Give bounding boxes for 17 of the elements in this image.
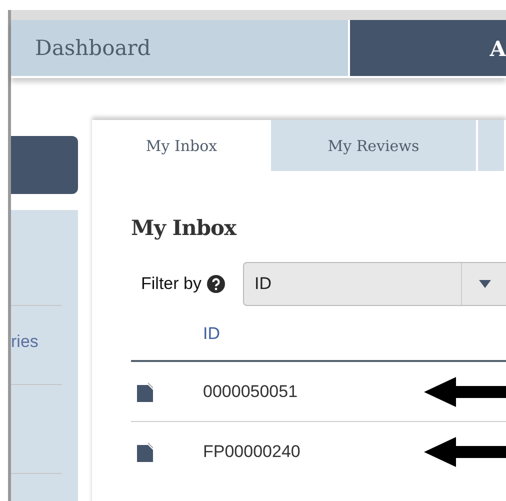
tab[interactable]: My Reviews: [271, 120, 476, 171]
document-icon: [137, 382, 153, 402]
table-cell[interactable]: 0000050051: [203, 382, 373, 402]
sidebar-button[interactable]: [11, 136, 78, 194]
column-header[interactable]: ID: [203, 324, 506, 354]
tab[interactable]: My Inbox: [92, 120, 271, 171]
help-icon[interactable]: [207, 275, 226, 293]
filter-dropdown[interactable]: ID: [243, 262, 506, 306]
tab[interactable]: [478, 120, 504, 171]
nav-tab[interactable]: Dashboard: [11, 20, 348, 76]
caret-icon: [479, 280, 491, 288]
page-heading: My Inbox: [131, 215, 238, 240]
nav-tab[interactable]: A: [348, 20, 506, 76]
document-icon: [137, 442, 153, 462]
sidebar-link[interactable]: ries: [11, 332, 38, 352]
filter-label: Filter by: [141, 274, 202, 294]
table-cell[interactable]: FP00000240: [203, 442, 373, 462]
